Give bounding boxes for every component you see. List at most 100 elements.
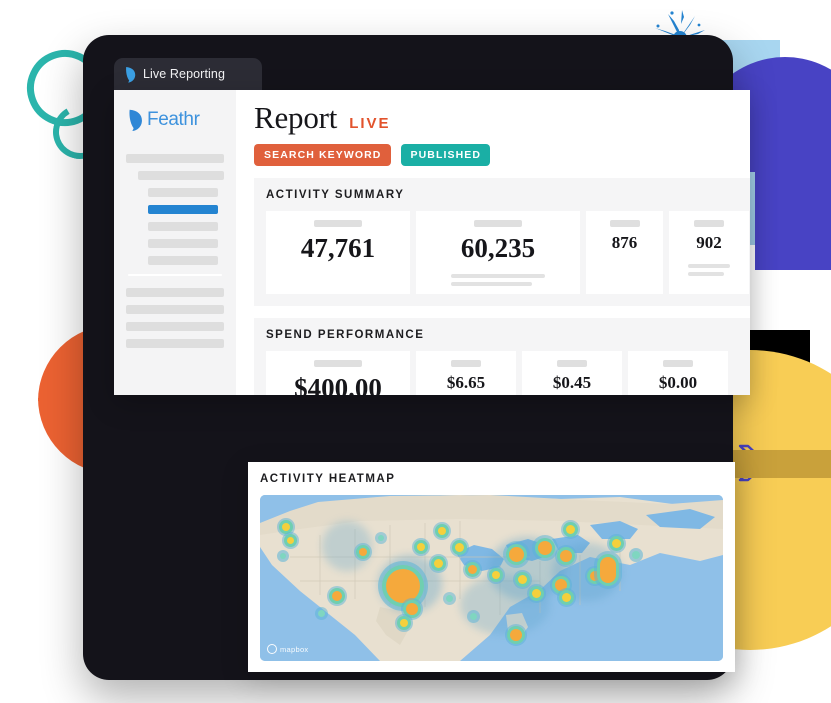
- sidebar-item-4[interactable]: [147, 222, 219, 231]
- metric-card[interactable]: $6.65: [416, 351, 516, 395]
- spend-performance-cards: $400.00 $6.65 $0.45 $0.00: [266, 351, 749, 395]
- heat-hotspot: [532, 589, 541, 598]
- metric-label-placeholder: [314, 220, 362, 227]
- status-badge-search-keyword[interactable]: SEARCH KEYWORD: [254, 144, 391, 166]
- metric-value: 60,235: [460, 233, 536, 263]
- sidebar-divider: [128, 274, 222, 276]
- heat-hotspot: [455, 543, 464, 552]
- heat-hotspot: [400, 619, 408, 627]
- sidebar-item-5[interactable]: [147, 239, 219, 248]
- metric-value: 47,761: [300, 233, 376, 263]
- metric-card[interactable]: 876: [586, 211, 663, 295]
- report-panel: Report LIVE SEARCH KEYWORD PUBLISHED ACT…: [236, 90, 750, 395]
- heat-midspot: [280, 553, 286, 559]
- spend-performance-title: SPEND PERFORMANCE: [266, 329, 425, 342]
- activity-heatmap-title: ACTIVITY HEATMAP: [260, 473, 396, 485]
- activity-summary-section: ACTIVITY SUMMARY 47,761 60,235 876 902: [254, 178, 750, 307]
- metric-label-placeholder: [557, 360, 587, 368]
- metric-subline-group: [450, 270, 546, 287]
- mapbox-attribution[interactable]: mapbox: [267, 644, 308, 654]
- metric-label-placeholder: [474, 220, 522, 227]
- heat-midspot: [632, 551, 640, 559]
- heat-hotspot: [332, 591, 342, 601]
- metric-value: $0.00: [658, 373, 698, 393]
- heat-blur: [460, 575, 550, 635]
- heat-hotspot: [492, 571, 500, 579]
- sidebar-item-0[interactable]: [126, 154, 224, 163]
- metric-card[interactable]: $0.45: [522, 351, 622, 395]
- sidebar-item-10[interactable]: [126, 322, 224, 331]
- heat-midspot: [446, 595, 453, 602]
- heat-hotspot: [359, 548, 367, 556]
- sidebar-item-9[interactable]: [126, 305, 224, 314]
- metric-value: $6.65: [446, 373, 486, 393]
- activity-heatmap-panel: ACTIVITY HEATMAP mapbox: [248, 462, 735, 672]
- spend-performance-section: SPEND PERFORMANCE $400.00 $6.65 $0.45 $0.00: [254, 318, 750, 395]
- metric-label-placeholder: [663, 360, 693, 368]
- heat-hotspot: [417, 543, 425, 551]
- metric-label-placeholder: [694, 220, 724, 227]
- report-header: Report LIVE: [254, 102, 750, 133]
- page-title: Report: [254, 100, 338, 135]
- heat-hotspot: [566, 525, 575, 534]
- heat-hotspot: [287, 537, 294, 544]
- live-label: LIVE: [349, 115, 391, 132]
- sidebar-item-2[interactable]: [147, 188, 219, 197]
- heatmap-map[interactable]: mapbox: [260, 495, 723, 661]
- heat-hotspot: [406, 603, 418, 615]
- sidebar-item-6[interactable]: [147, 256, 219, 265]
- sidebar-item-1[interactable]: [137, 171, 224, 180]
- mapbox-attribution-text: mapbox: [280, 644, 309, 654]
- metric-value: $400.00: [294, 373, 382, 395]
- heat-midspot: [470, 613, 477, 620]
- metric-card[interactable]: $0.00: [628, 351, 728, 395]
- badge-row: SEARCH KEYWORD PUBLISHED: [254, 144, 750, 166]
- feathr-feather-icon: [129, 109, 142, 132]
- sidebar: Feathr: [114, 90, 236, 395]
- heat-hotspot: [282, 523, 290, 531]
- heat-hotspot: [555, 579, 567, 591]
- heat-hotspot-corridor: [600, 557, 616, 583]
- browser-tab-title: Live Reporting: [143, 67, 226, 81]
- heat-hotspot: [509, 547, 524, 562]
- sidebar-item-11[interactable]: [126, 339, 224, 348]
- metric-subline: [687, 263, 731, 268]
- activity-summary-cards: 47,761 60,235 876 902: [266, 211, 749, 295]
- metric-card[interactable]: 902: [669, 211, 749, 295]
- app-window: Feathr Report LIVE SEARCH KEYWORD PUBLIS…: [114, 90, 750, 395]
- browser-tab[interactable]: Live Reporting: [114, 58, 262, 90]
- metric-value: 902: [696, 233, 722, 252]
- sidebar-item-8[interactable]: [126, 288, 224, 297]
- activity-summary-title: ACTIVITY SUMMARY: [266, 189, 405, 201]
- metric-label-placeholder: [314, 360, 362, 368]
- metric-subline: [450, 282, 532, 287]
- heat-hotspot: [590, 571, 600, 581]
- metric-card[interactable]: 60,235: [416, 211, 580, 295]
- metric-subline: [450, 274, 546, 279]
- heat-hotspot: [518, 575, 527, 584]
- purple-arch-stem-decoration: [755, 160, 831, 270]
- heat-hotspot: [434, 559, 443, 568]
- status-badge-published[interactable]: PUBLISHED: [400, 144, 491, 166]
- heat-hotspot: [562, 593, 571, 602]
- sidebar-item-active[interactable]: [147, 205, 219, 214]
- feathr-logo[interactable]: Feathr: [128, 108, 224, 132]
- metric-subline: [687, 271, 725, 276]
- heat-midspot: [318, 610, 325, 617]
- mapbox-logo-icon: [267, 644, 277, 654]
- heat-blur: [322, 521, 372, 571]
- feathr-logo-text: Feathr: [147, 109, 200, 130]
- heat-hotspot: [538, 541, 552, 555]
- heat-hotspot: [438, 527, 446, 535]
- metric-value: 876: [611, 233, 638, 252]
- feathr-feather-icon: [126, 66, 136, 83]
- metric-subline-group: [687, 260, 731, 276]
- illustration-stage: Live Reporting Feathr Report LIVE SEARCH…: [0, 0, 831, 703]
- metric-label-placeholder: [451, 360, 481, 368]
- metric-label-placeholder: [609, 220, 640, 227]
- metric-card[interactable]: 47,761: [266, 211, 410, 295]
- heat-hotspot: [560, 550, 572, 562]
- metric-value: $0.45: [552, 373, 592, 393]
- metric-card[interactable]: $400.00: [266, 351, 410, 395]
- heat-midspot: [378, 535, 384, 541]
